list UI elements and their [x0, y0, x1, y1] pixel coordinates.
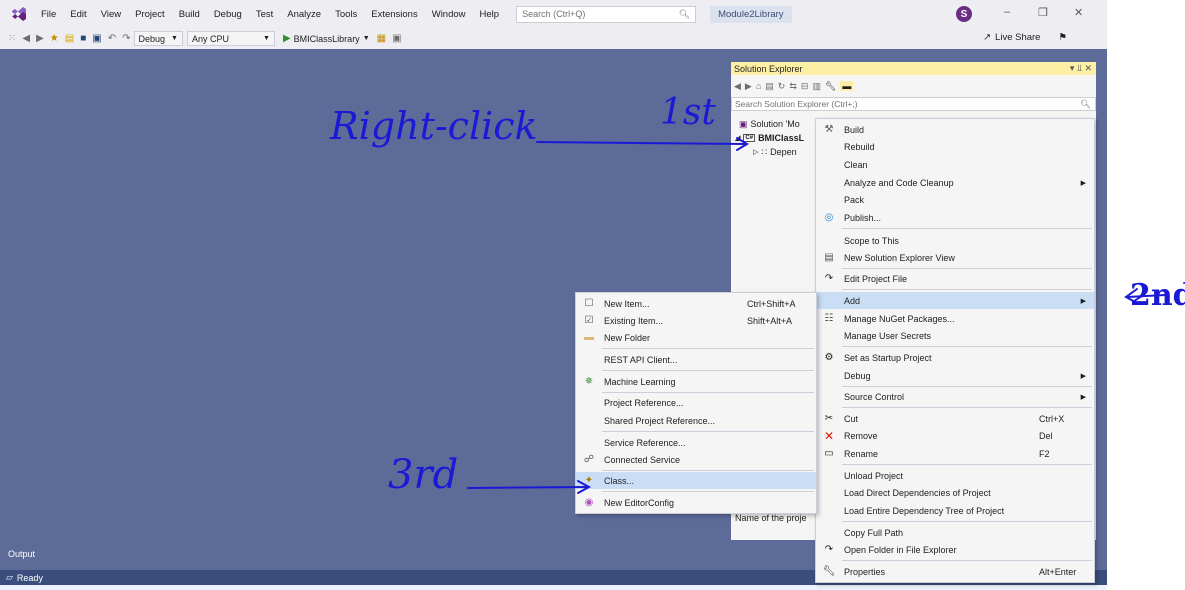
- annotation-arrows: [467, 137, 1166, 494]
- arrow-third: [467, 486, 589, 489]
- arrow-right-click: [536, 141, 746, 145]
- arrow-second: [1126, 294, 1166, 298]
- visual-studio-window: File Edit View Project Build Debug Test …: [0, 0, 1185, 590]
